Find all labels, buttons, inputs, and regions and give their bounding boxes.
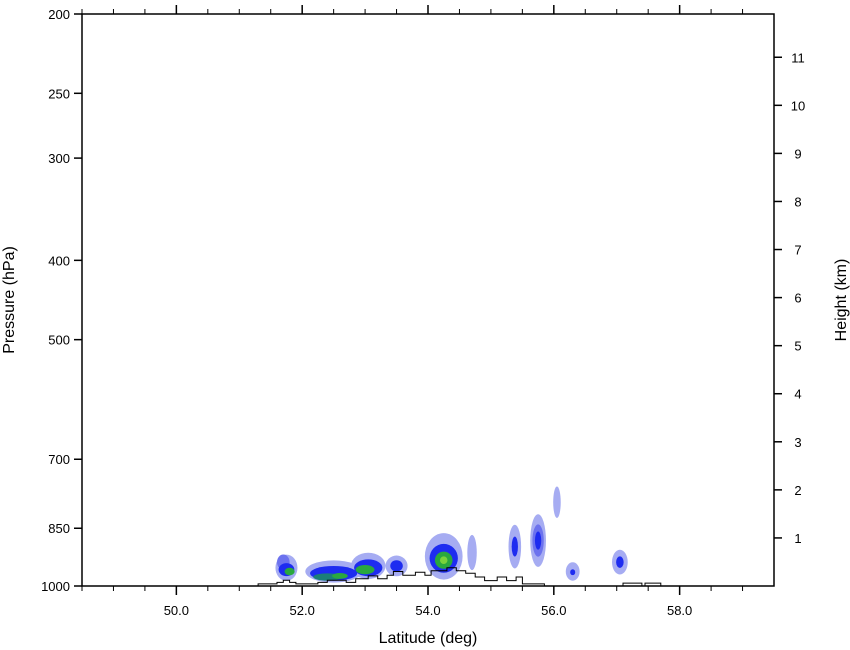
y2-tick-label-1: 2 — [794, 483, 801, 498]
y2-tick-label-5: 6 — [794, 291, 801, 306]
y2-tick-label-2: 3 — [794, 435, 801, 450]
y-tick-label-7: 200 — [48, 7, 70, 22]
contour-cell-21 — [616, 556, 624, 568]
y2-tick-label-9: 10 — [791, 98, 805, 113]
y2-axis-title: Height (km) — [833, 259, 850, 342]
y-tick-label-1: 850 — [48, 521, 70, 536]
y2-tick-label-7: 8 — [794, 194, 801, 209]
contour-cell-16 — [390, 560, 403, 572]
y-tick-label-0: 1000 — [41, 579, 70, 594]
y-axis-title: Pressure (hPa) — [1, 246, 18, 354]
y2-tick-label-8: 9 — [794, 146, 801, 161]
contour-cell-20 — [570, 569, 576, 576]
x-tick-label-3: 56.0 — [541, 603, 566, 618]
chart: 50.0 52.0 54.0 56.0 58.0 1000 850 700 500 400 300 2… — [1, 5, 850, 647]
contour-fill-layer — [82, 486, 774, 616]
y-tick-label-5: 300 — [48, 151, 70, 166]
contour-cell-19 — [534, 531, 542, 550]
contour-cell-8 — [553, 486, 561, 518]
y2-tick-label-4: 5 — [794, 339, 801, 354]
x-axis-title: Latitude (deg) — [379, 630, 478, 647]
contour-cell-5 — [467, 534, 477, 571]
y2-tick-label-3: 4 — [794, 387, 801, 402]
y2-tick-label-10: 11 — [791, 50, 805, 65]
y-tick-label-6: 250 — [48, 86, 70, 101]
contour-cell-24 — [332, 572, 348, 579]
y-tick-label-3: 500 — [48, 333, 70, 348]
contour-cell-25 — [355, 564, 375, 575]
y-tick-label-4: 400 — [48, 253, 70, 268]
x-tick-label-0: 50.0 — [164, 603, 189, 618]
contour-cell-23 — [284, 567, 295, 576]
y2-tick-label-6: 7 — [794, 243, 801, 258]
plot-frame — [81, 13, 775, 587]
x-tick-label-1: 52.0 — [290, 603, 315, 618]
contour-cell-27 — [439, 556, 448, 565]
tick-layer — [74, 5, 782, 595]
x-tick-label-2: 54.0 — [415, 603, 440, 618]
y-tick-label-2: 700 — [48, 452, 70, 467]
y2-tick-label-0: 1 — [794, 531, 801, 546]
contour-cell-18 — [511, 536, 518, 557]
tick-label-layer: 50.0 52.0 54.0 56.0 58.0 1000 850 700 500 400 300 2… — [41, 7, 805, 618]
x-tick-label-4: 58.0 — [667, 603, 692, 618]
